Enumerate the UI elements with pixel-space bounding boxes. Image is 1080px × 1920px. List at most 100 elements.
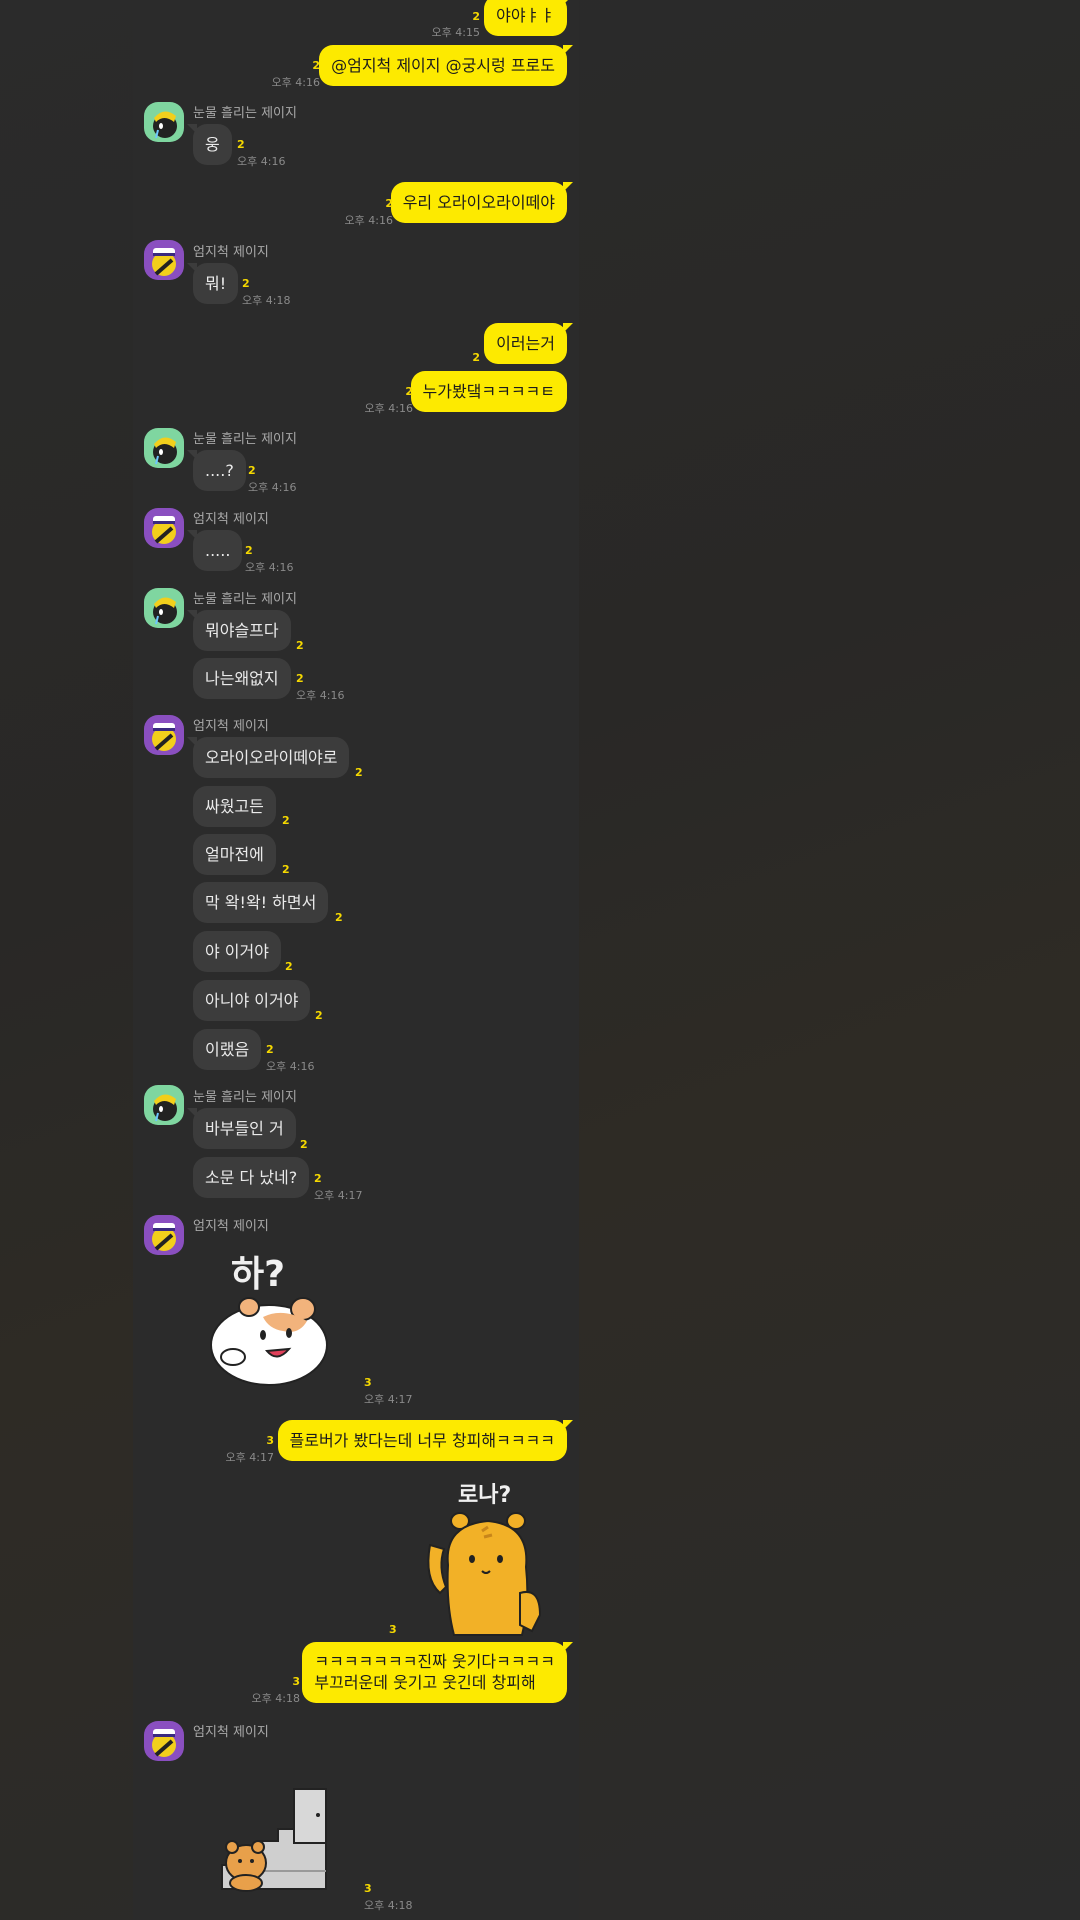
sender-name: 엄지척 제이지 [193, 1219, 269, 1234]
sender-name: 엄지척 제이지 [193, 245, 269, 260]
hamster-sticker[interactable]: 하? [203, 1245, 343, 1395]
sender-name: 눈물 흘리는 제이지 [193, 106, 297, 121]
sender-name: 눈물 흘리는 제이지 [193, 1090, 297, 1105]
unread-count: 2 [245, 544, 253, 557]
my-message-bubble[interactable]: 이러는거 [484, 323, 567, 364]
message-time: 오후 4:16 [364, 402, 413, 415]
unread-count: 2 [335, 911, 343, 924]
sender-name: 엄지척 제이지 [193, 512, 269, 527]
bear-stairs-sticker[interactable] [218, 1785, 338, 1895]
unread-count: 2 [300, 1138, 308, 1151]
bubble-tail [187, 1108, 197, 1118]
other-message-bubble[interactable]: 오라이오라이떼야로 [193, 737, 350, 778]
bubble-tail [563, 1642, 573, 1652]
message-time: 오후 4:16 [271, 76, 320, 89]
other-message-bubble[interactable]: 웅 [193, 124, 232, 165]
bubble-tail [187, 737, 197, 747]
unread-count: 2 [355, 766, 363, 779]
other-message-bubble[interactable]: 이랬음 [193, 1029, 262, 1070]
unread-count: 2 [405, 385, 413, 398]
other-message-bubble[interactable]: 막 왁!왁! 하면서 [193, 882, 329, 923]
bubble-tail [187, 124, 197, 134]
message-time: 오후 4:17 [364, 1393, 413, 1406]
unread-count: 2 [315, 1009, 323, 1022]
unread-count: 3 [266, 1434, 274, 1447]
thumbs-up-character-icon [144, 240, 184, 280]
message-time: 오후 4:16 [248, 481, 297, 494]
crying-character-icon [144, 102, 184, 142]
bubble-tail [187, 530, 197, 540]
other-message-bubble[interactable]: 얼마전에 [193, 834, 276, 875]
crying-character-icon [144, 1085, 184, 1125]
message-time: 오후 4:18 [364, 1899, 413, 1912]
message-time: 오후 4:15 [431, 26, 480, 39]
sender-avatar-tears[interactable] [144, 102, 184, 142]
sender-name: 엄지척 제이지 [193, 1725, 269, 1740]
sender-avatar-tears[interactable] [144, 428, 184, 468]
other-message-bubble[interactable]: 뭐야슬프다 [193, 610, 291, 651]
tiger-sticker[interactable]: 로나? [410, 1475, 550, 1640]
tiger-icon [427, 1512, 542, 1636]
other-message-bubble[interactable]: 뭐! [193, 263, 239, 304]
unread-count: 2 [242, 277, 250, 290]
sender-avatar-strict[interactable] [144, 1721, 184, 1761]
message-time: 오후 4:16 [344, 214, 393, 227]
bubble-tail [563, 1420, 573, 1430]
my-message-bubble[interactable]: 플로버가 봤다는데 너무 창피해ㅋㅋㅋㅋ [277, 1420, 567, 1461]
message-time: 오후 4:18 [251, 1692, 300, 1705]
sender-avatar-tears[interactable] [144, 588, 184, 628]
sender-avatar-tears[interactable] [144, 1085, 184, 1125]
chat-room[interactable]: 야야ㅑㅑ 2 오후 4:15 @엄지척 제이지 @궁시렁 프로도 2 오후 4:… [133, 0, 579, 1920]
hamster-icon [210, 1297, 328, 1386]
message-line: 부끄러운데 웃기고 웃긴데 창피해 [314, 1673, 536, 1692]
message-time: 오후 4:16 [296, 689, 345, 702]
unread-count: 3 [389, 1623, 397, 1636]
unread-count: 2 [296, 639, 304, 652]
thumbs-up-character-icon [144, 715, 184, 755]
other-message-bubble[interactable]: ....? [193, 450, 246, 491]
other-message-bubble[interactable]: 소문 다 났네? [193, 1157, 310, 1198]
my-message-bubble[interactable]: 누가봤댘ㅋㅋㅋㅋㅌ [410, 371, 567, 412]
bear-on-stairs-icon [221, 1788, 327, 1892]
unread-count: 2 [237, 138, 245, 151]
message-time: 오후 4:16 [266, 1060, 315, 1073]
my-message-bubble[interactable]: ㅋㅋㅋㅋㅋㅋㅋ진짜 웃기다ㅋㅋㅋㅋ 부끄러운데 웃기고 웃긴데 창피해 [302, 1642, 567, 1703]
message-line: ㅋㅋㅋㅋㅋㅋㅋ진짜 웃기다ㅋㅋㅋㅋ [314, 1652, 555, 1671]
sender-name: 엄지척 제이지 [193, 719, 269, 734]
other-message-bubble[interactable]: ..... [193, 530, 243, 571]
thumbs-up-character-icon [144, 1721, 184, 1761]
unread-count: 2 [472, 10, 480, 23]
sender-avatar-strict[interactable] [144, 240, 184, 280]
bubble-tail [563, 182, 573, 192]
message-time: 오후 4:18 [242, 294, 291, 307]
unread-count: 2 [312, 59, 320, 72]
other-message-bubble[interactable]: 싸웠고든 [193, 786, 276, 827]
message-time: 오후 4:16 [245, 561, 294, 574]
my-message-bubble[interactable]: 우리 오라이오라이떼야 [390, 182, 567, 223]
unread-count: 3 [364, 1882, 372, 1895]
unread-count: 2 [282, 814, 290, 827]
sender-avatar-strict[interactable] [144, 1215, 184, 1255]
unread-count: 2 [282, 863, 290, 876]
other-message-bubble[interactable]: 아니야 이거야 [193, 980, 311, 1021]
unread-count: 2 [385, 197, 393, 210]
other-message-bubble[interactable]: 바부들인 거 [193, 1108, 296, 1149]
unread-count: 3 [364, 1376, 372, 1389]
sender-name: 눈물 흘리는 제이지 [193, 592, 297, 607]
thumbs-up-character-icon [144, 508, 184, 548]
message-time: 오후 4:16 [237, 155, 286, 168]
my-message-bubble[interactable]: @엄지척 제이지 @궁시렁 프로도 [319, 45, 567, 86]
bubble-tail [563, 323, 573, 333]
bubble-tail [563, 45, 573, 55]
other-message-bubble[interactable]: 나는왜없지 [193, 658, 291, 699]
other-message-bubble[interactable]: 야 이거야 [193, 931, 281, 972]
sender-name: 눈물 흘리는 제이지 [193, 432, 297, 447]
sender-avatar-strict[interactable] [144, 715, 184, 755]
message-time: 오후 4:17 [314, 1189, 363, 1202]
bubble-tail [187, 450, 197, 460]
sender-avatar-strict[interactable] [144, 508, 184, 548]
unread-count: 2 [266, 1043, 274, 1056]
my-message-bubble[interactable]: 야야ㅑㅑ [484, 0, 567, 36]
unread-count: 2 [314, 1172, 322, 1185]
unread-count: 2 [296, 672, 304, 685]
